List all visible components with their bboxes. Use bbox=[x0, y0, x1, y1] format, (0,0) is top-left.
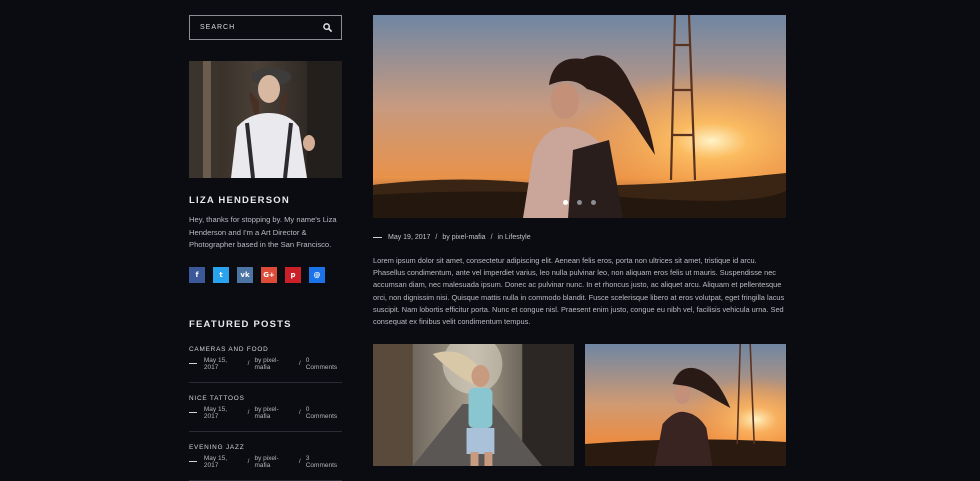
slider-dot[interactable] bbox=[577, 200, 582, 205]
meta-separator: / bbox=[247, 360, 250, 367]
author-bio: Hey, thanks for stopping by. My name's L… bbox=[189, 215, 337, 249]
pinterest-icon[interactable]: p bbox=[285, 266, 301, 283]
featured-posts-title: FEATURED POSTS bbox=[189, 318, 292, 330]
featured-posts-list: CAMERAS AND FOOD May 15, 2017 / by pixel… bbox=[189, 346, 342, 481]
post-category-prefix: in bbox=[497, 234, 503, 241]
meta-separator: / bbox=[298, 458, 301, 465]
post-author[interactable]: by pixel-mafia bbox=[254, 357, 293, 371]
slider-dot[interactable] bbox=[591, 200, 596, 205]
post-comments[interactable]: 0 Comments bbox=[306, 357, 342, 371]
featured-post-title[interactable]: NICE TATTOOS bbox=[189, 395, 342, 402]
meta-dash bbox=[189, 363, 197, 364]
facebook-icon[interactable]: f bbox=[189, 266, 205, 283]
post-date: May 15, 2017 bbox=[203, 454, 227, 469]
twitter-icon[interactable]: t bbox=[213, 266, 229, 283]
email-icon[interactable]: @ bbox=[309, 266, 325, 283]
post-slider[interactable] bbox=[373, 15, 786, 218]
meta-separator: / bbox=[247, 458, 250, 465]
post-thumbnail-street[interactable] bbox=[373, 344, 574, 467]
main-content: May 19, 2017 / by pixel-mafia / in Lifes… bbox=[373, 15, 786, 467]
post-author[interactable]: by pixel-mafia bbox=[442, 234, 485, 241]
vk-icon-glyph: vk bbox=[240, 270, 250, 279]
post-grid bbox=[373, 344, 786, 467]
search-input[interactable] bbox=[190, 17, 310, 38]
meta-separator: / bbox=[298, 409, 301, 416]
meta-separator: / bbox=[298, 360, 301, 367]
post-comments[interactable]: 3 Comments bbox=[306, 455, 342, 469]
meta-separator: / bbox=[247, 409, 250, 416]
author-name: LIZA HENDERSON bbox=[189, 195, 290, 206]
slider-dots bbox=[373, 200, 786, 205]
search-icon[interactable] bbox=[317, 16, 337, 39]
post-date: May 19, 2017 bbox=[388, 234, 431, 241]
featured-post-item: CAMERAS AND FOOD May 15, 2017 / by pixel… bbox=[189, 346, 342, 383]
meta-dash bbox=[189, 412, 197, 413]
featured-post-item: EVENING JAZZ May 15, 2017 / by pixel-maf… bbox=[189, 432, 342, 481]
meta-separator: / bbox=[435, 234, 438, 241]
featured-post-title[interactable]: CAMERAS AND FOOD bbox=[189, 346, 342, 353]
sidebar: LIZA HENDERSON Hey, thanks for stopping … bbox=[189, 15, 342, 481]
google-plus-icon-glyph: G+ bbox=[263, 270, 275, 279]
author-photo bbox=[189, 61, 342, 178]
featured-post-meta: May 15, 2017 / by pixel-mafia / 0 Commen… bbox=[189, 406, 342, 420]
post-date: May 15, 2017 bbox=[203, 356, 227, 371]
meta-dash bbox=[373, 237, 382, 238]
featured-post-meta: May 15, 2017 / by pixel-mafia / 0 Commen… bbox=[189, 357, 342, 371]
search-box bbox=[189, 15, 342, 40]
post-category-link[interactable]: Lifestyle bbox=[505, 234, 531, 241]
slider-dot[interactable] bbox=[563, 200, 568, 205]
post-excerpt: Lorem ipsum dolor sit amet, consectetur … bbox=[373, 256, 785, 327]
meta-separator: / bbox=[490, 234, 493, 241]
post-author[interactable]: by pixel-mafia bbox=[254, 455, 293, 469]
pinterest-icon-glyph: p bbox=[290, 270, 296, 279]
google-plus-icon[interactable]: G+ bbox=[261, 266, 277, 283]
post-comments[interactable]: 0 Comments bbox=[306, 406, 342, 420]
facebook-icon-glyph: f bbox=[195, 270, 199, 279]
social-links: f t vk G+ p @ bbox=[189, 266, 342, 283]
meta-dash bbox=[189, 461, 197, 462]
hero-image bbox=[373, 15, 786, 218]
post-date: May 15, 2017 bbox=[203, 405, 227, 420]
featured-post-title[interactable]: EVENING JAZZ bbox=[189, 444, 342, 451]
featured-post-meta: May 15, 2017 / by pixel-mafia / 3 Commen… bbox=[189, 455, 342, 469]
email-icon-glyph: @ bbox=[313, 270, 321, 279]
vk-icon[interactable]: vk bbox=[237, 266, 253, 283]
post-thumbnail-sunset[interactable] bbox=[585, 344, 786, 467]
featured-post-item: NICE TATTOOS May 15, 2017 / by pixel-maf… bbox=[189, 383, 342, 432]
post-author[interactable]: by pixel-mafia bbox=[254, 406, 293, 420]
twitter-icon-glyph: t bbox=[219, 270, 223, 279]
post-meta: May 19, 2017 / by pixel-mafia / in Lifes… bbox=[373, 234, 786, 241]
